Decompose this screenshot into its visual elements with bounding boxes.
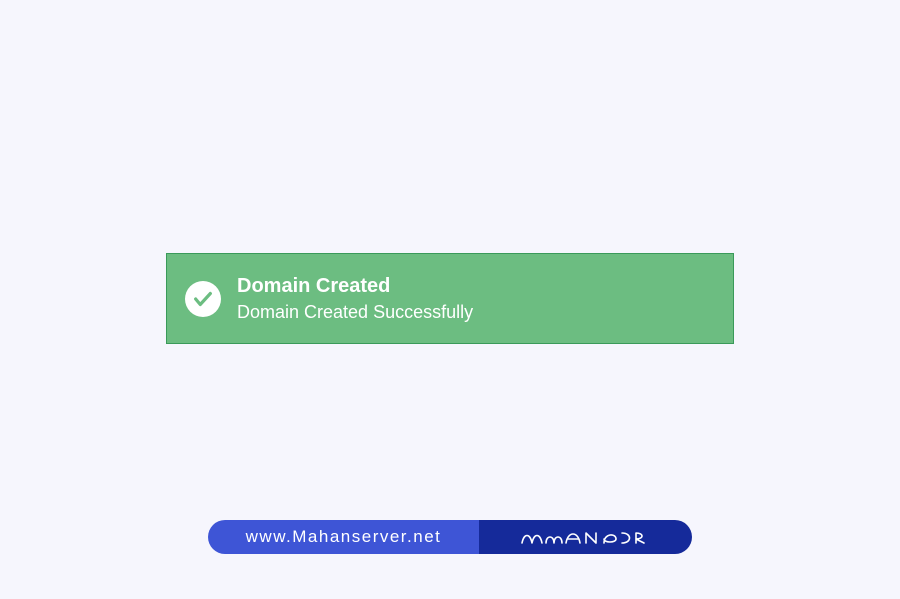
alert-text-group: Domain Created Domain Created Successful… <box>237 274 473 324</box>
success-alert: Domain Created Domain Created Successful… <box>166 253 734 344</box>
check-icon <box>185 281 221 317</box>
footer-logo <box>479 520 692 554</box>
footer-banner: www.Mahanserver.net <box>208 520 692 554</box>
alert-message: Domain Created Successfully <box>237 302 473 324</box>
footer-url[interactable]: www.Mahanserver.net <box>208 520 479 554</box>
alert-title: Domain Created <box>237 274 473 298</box>
